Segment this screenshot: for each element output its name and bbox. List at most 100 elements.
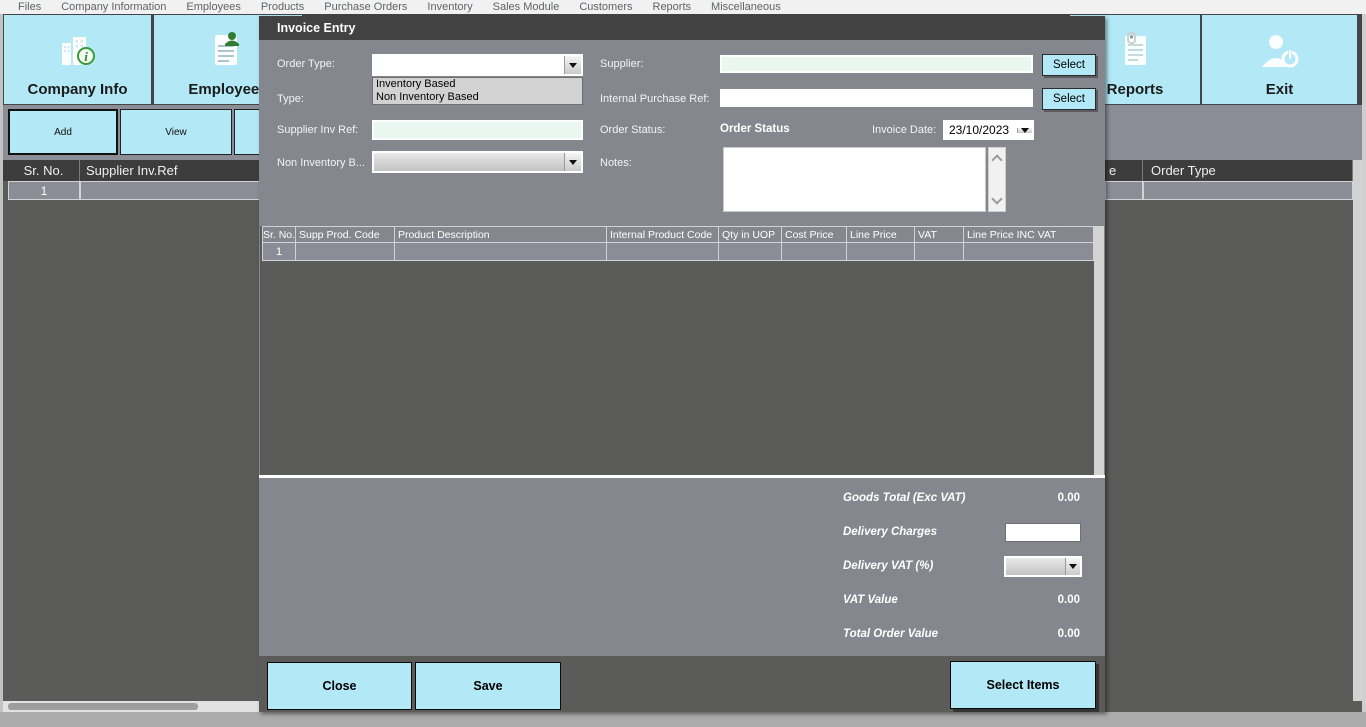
- company-info-button[interactable]: i Company Info: [4, 15, 151, 104]
- col-line-price-inc-vat[interactable]: Line Price INC VAT: [964, 226, 1094, 243]
- hscroll-thumb[interactable]: [8, 703, 198, 710]
- main-horizontal-scrollbar[interactable]: [3, 701, 259, 712]
- delivery-vat-value: [1006, 558, 1065, 575]
- goods-total-value: 0.00: [1004, 492, 1080, 504]
- scroll-down-icon[interactable]: [991, 193, 1002, 204]
- cell-internal-product-code: [607, 243, 719, 261]
- bg-col-order-type[interactable]: Order Type: [1143, 160, 1353, 181]
- cell-line-price-inc-vat: [964, 243, 1094, 261]
- menu-purchase-orders[interactable]: Purchase Orders: [314, 1, 417, 13]
- delivery-charges-input[interactable]: [1005, 523, 1081, 542]
- items-grid-area: [260, 226, 1104, 475]
- order-type-combobox[interactable]: [372, 54, 583, 76]
- delivery-vat-label: Delivery VAT (%): [843, 560, 933, 572]
- close-button[interactable]: Close: [267, 662, 412, 710]
- cell-product-description: [395, 243, 607, 261]
- exit-icon: [1254, 29, 1306, 75]
- col-vat[interactable]: VAT: [915, 226, 964, 243]
- menu-products[interactable]: Products: [251, 1, 314, 13]
- vat-value-label: VAT Value: [843, 594, 898, 606]
- items-grid-header: Sr. No. Supp Prod. Code Product Descript…: [262, 226, 1094, 243]
- totals-panel: Goods Total (Exc VAT) 0.00 Delivery Char…: [259, 478, 1105, 656]
- select-items-button[interactable]: Select Items: [950, 661, 1096, 709]
- cell-supp-prod-code: [296, 243, 395, 261]
- delivery-charges-label: Delivery Charges: [843, 526, 937, 538]
- exit-button[interactable]: Exit: [1202, 15, 1357, 104]
- cell-line-price: [847, 243, 915, 261]
- col-cost-price[interactable]: Cost Price: [782, 226, 847, 243]
- supplier-inv-ref-label: Supplier Inv Ref:: [277, 124, 358, 136]
- col-internal-product-code[interactable]: Internal Product Code: [607, 226, 719, 243]
- total-order-value-label: Total Order Value: [843, 628, 938, 640]
- menu-employees[interactable]: Employees: [176, 1, 250, 13]
- cell-qty-in-uop: [719, 243, 782, 261]
- order-type-value: [374, 56, 564, 74]
- order-type-dropdown-icon[interactable]: [564, 56, 581, 74]
- notes-scrollbar[interactable]: [988, 147, 1006, 212]
- internal-purchase-ref-input[interactable]: [720, 89, 1033, 107]
- option-inventory-based[interactable]: Inventory Based: [373, 78, 582, 91]
- add-label: Add: [54, 127, 72, 138]
- company-info-label: Company Info: [28, 81, 128, 98]
- reports-label: Reports: [1107, 81, 1164, 98]
- menu-sales-module[interactable]: Sales Module: [483, 1, 570, 13]
- items-grid-scrollbar[interactable]: [1094, 226, 1104, 475]
- option-non-inventory-based[interactable]: Non Inventory Based: [373, 91, 582, 104]
- dialog-footer: Close Save Select Items: [259, 656, 1105, 712]
- application-window: Files Company Information Employees Prod…: [0, 0, 1366, 727]
- menu-bar: Files Company Information Employees Prod…: [0, 0, 1366, 14]
- exit-label: Exit: [1266, 81, 1294, 98]
- save-button[interactable]: Save: [415, 662, 561, 710]
- internal-ref-select-button[interactable]: Select: [1042, 88, 1096, 110]
- total-order-value: 0.00: [1004, 628, 1080, 640]
- delivery-vat-dropdown-icon[interactable]: [1065, 558, 1080, 575]
- dialog-title: Invoice Entry: [259, 16, 1105, 40]
- menu-inventory[interactable]: Inventory: [417, 1, 482, 13]
- bg-row-order-type-cell: [1143, 181, 1353, 200]
- col-sr-no[interactable]: Sr. No.: [262, 226, 296, 243]
- items-grid-row[interactable]: 1: [262, 243, 1094, 261]
- cell-sr-no: 1: [262, 243, 296, 261]
- order-type-droplist: Inventory Based Non Inventory Based: [372, 77, 583, 105]
- bg-row-sr-no-cell: 1: [8, 181, 80, 200]
- svg-text:i: i: [84, 49, 88, 64]
- menu-reports[interactable]: Reports: [643, 1, 702, 13]
- delivery-vat-combobox[interactable]: [1004, 556, 1082, 577]
- invoice-date-label: Invoice Date:: [872, 124, 936, 136]
- non-inventory-based-combobox[interactable]: [372, 151, 583, 173]
- reports-icon: [1112, 29, 1158, 75]
- col-supp-prod-code[interactable]: Supp Prod. Code: [296, 226, 395, 243]
- internal-purchase-ref-label: Internal Purchase Ref:: [600, 93, 709, 105]
- add-button[interactable]: Add: [8, 109, 118, 155]
- invoice-date-value: 23/10/2023: [945, 123, 1017, 137]
- invoice-entry-dialog: Invoice Entry Order Type: Inventory Base…: [259, 16, 1105, 712]
- main-vertical-scrollbar[interactable]: [1353, 160, 1362, 701]
- menu-company-information[interactable]: Company Information: [51, 1, 176, 13]
- cell-cost-price: [782, 243, 847, 261]
- view-button[interactable]: View: [120, 109, 232, 155]
- vat-value: 0.00: [1004, 594, 1080, 606]
- col-product-description[interactable]: Product Description: [395, 226, 607, 243]
- non-inventory-dropdown-icon[interactable]: [564, 153, 581, 171]
- non-inventory-based-value: [374, 153, 564, 171]
- supplier-input[interactable]: [720, 55, 1033, 73]
- view-label: View: [165, 127, 187, 138]
- menu-customers[interactable]: Customers: [569, 1, 642, 13]
- order-type-label: Order Type:: [277, 58, 335, 70]
- order-status-value: Order Status: [720, 123, 790, 135]
- invoice-date-dropdown-icon[interactable]: [1017, 128, 1032, 133]
- col-line-price[interactable]: Line Price: [847, 226, 915, 243]
- bg-row-partial-cell: [1105, 181, 1143, 200]
- notes-textarea[interactable]: [723, 147, 986, 212]
- menu-files[interactable]: Files: [8, 1, 51, 13]
- invoice-date-combobox[interactable]: 23/10/2023: [943, 120, 1034, 140]
- bg-col-sr-no[interactable]: Sr. No.: [8, 160, 80, 181]
- scroll-up-icon[interactable]: [991, 154, 1002, 165]
- col-qty-in-uop[interactable]: Qty in UOP: [719, 226, 782, 243]
- window-right-border: [1362, 14, 1366, 727]
- bg-col-partial-e[interactable]: e: [1105, 160, 1143, 181]
- menu-miscellaneous[interactable]: Miscellaneous: [701, 1, 791, 13]
- supplier-select-button[interactable]: Select: [1042, 54, 1096, 76]
- supplier-inv-ref-input[interactable]: [372, 120, 583, 140]
- order-status-label: Order Status:: [600, 124, 665, 136]
